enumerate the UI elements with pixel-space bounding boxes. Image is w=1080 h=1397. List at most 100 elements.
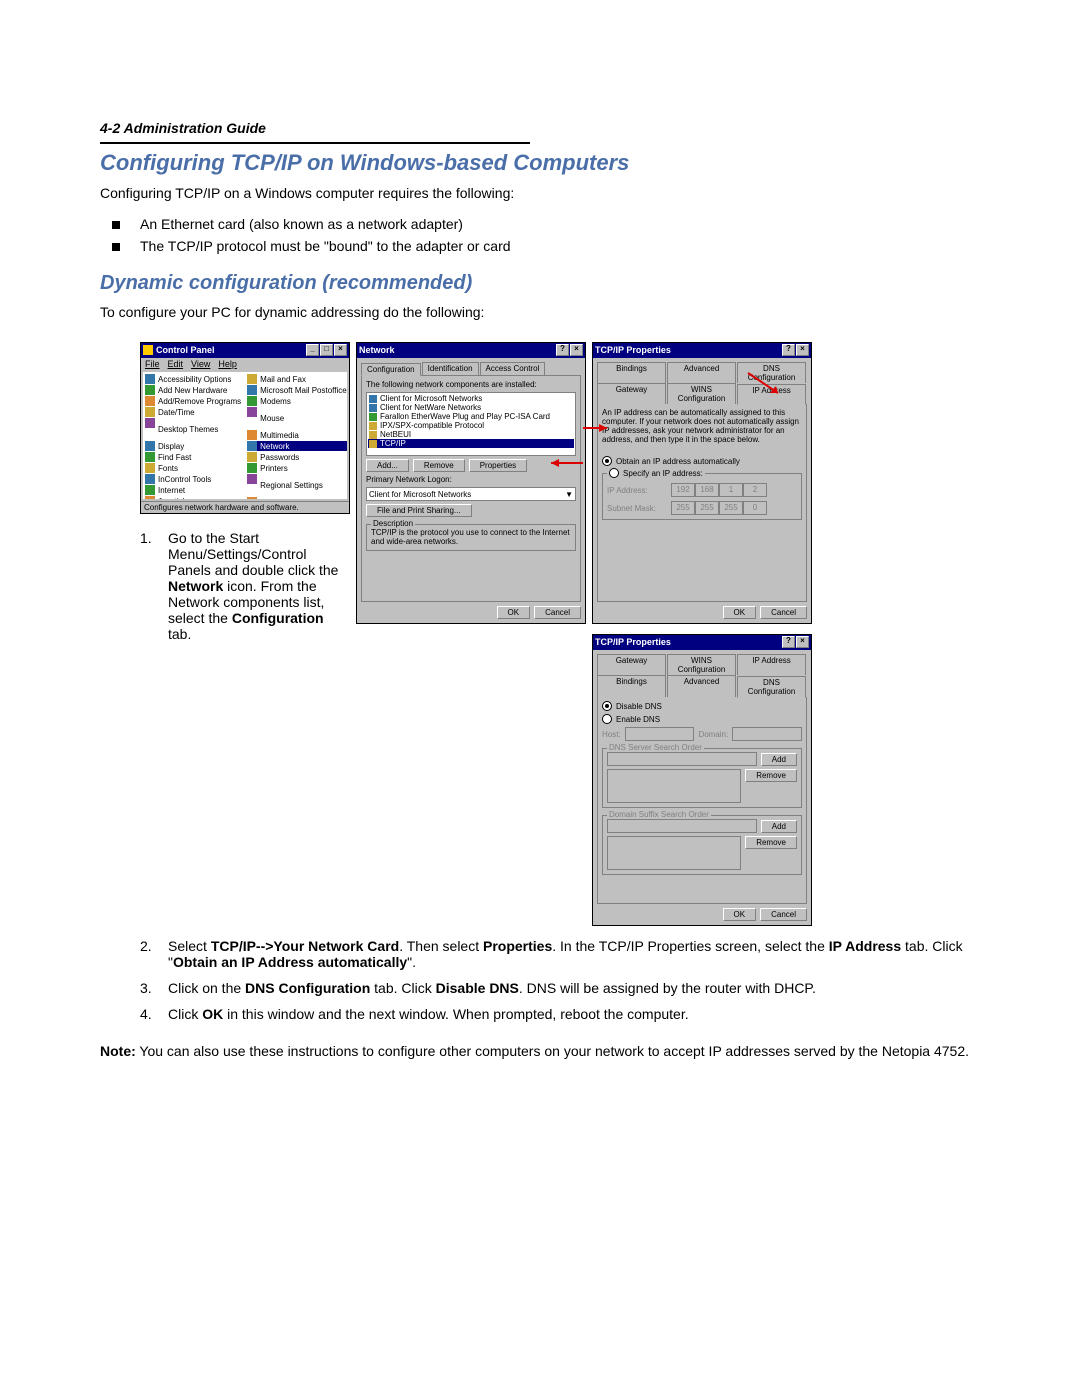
host-label: Host:: [602, 730, 621, 739]
control-panel-item[interactable]: Date/Time: [145, 407, 241, 417]
close-button[interactable]: ×: [334, 344, 347, 356]
ok-button[interactable]: OK: [497, 606, 531, 619]
tab-ip-address[interactable]: IP Address: [737, 384, 806, 405]
control-panel-item[interactable]: Desktop Themes: [145, 418, 241, 440]
add-button[interactable]: Add...: [366, 459, 409, 472]
tab-ip-address[interactable]: IP Address: [737, 654, 806, 675]
dns-server-input[interactable]: [607, 752, 757, 766]
control-panel-item[interactable]: Microsoft Mail Postoffice: [247, 385, 347, 395]
add-button[interactable]: Add: [761, 753, 797, 766]
suffix-search-label: Domain Suffix Search Order: [607, 810, 711, 819]
ip-intro-text: An IP address can be automatically assig…: [602, 408, 802, 444]
applet-icon: [247, 385, 257, 395]
subnet-mask-input[interactable]: 255 255 255 0: [671, 501, 767, 515]
bullet-square-icon: [112, 221, 120, 229]
help-button[interactable]: ?: [556, 344, 569, 356]
menu-view[interactable]: View: [191, 359, 210, 369]
properties-button[interactable]: Properties: [469, 459, 527, 472]
remove-button[interactable]: Remove: [413, 459, 465, 472]
control-panel-item[interactable]: Display: [145, 441, 241, 451]
cancel-button[interactable]: Cancel: [760, 606, 807, 619]
domain-input[interactable]: [732, 727, 802, 741]
menu-help[interactable]: Help: [218, 359, 237, 369]
tab-gateway[interactable]: Gateway: [597, 383, 666, 404]
cancel-button[interactable]: Cancel: [760, 908, 807, 921]
control-panel-item[interactable]: Add New Hardware: [145, 385, 241, 395]
suffix-list[interactable]: [607, 836, 741, 870]
control-panel-item[interactable]: Mail and Fax: [247, 374, 347, 384]
control-panel-item[interactable]: Passwords: [247, 452, 347, 462]
control-panel-item[interactable]: InControl Tools: [145, 474, 241, 484]
component-item[interactable]: Farallon EtherWave Plug and Play PC-ISA …: [368, 412, 574, 421]
suffix-input[interactable]: [607, 819, 757, 833]
step-1-text: Go to the Start Menu/Settings/Control Pa…: [168, 530, 350, 642]
radio-obtain-auto[interactable]: Obtain an IP address automatically: [602, 456, 802, 466]
tab-bindings[interactable]: Bindings: [597, 675, 666, 697]
radio-enable-dns[interactable]: Enable DNS: [602, 714, 802, 724]
control-panel-item[interactable]: Printers: [247, 463, 347, 473]
tab-gateway[interactable]: Gateway: [597, 654, 666, 675]
component-item[interactable]: NetBEUI: [368, 430, 574, 439]
file-print-sharing-button[interactable]: File and Print Sharing...: [366, 504, 472, 517]
component-item[interactable]: TCP/IP: [368, 439, 574, 448]
tab-access-control[interactable]: Access Control: [480, 362, 546, 375]
note-paragraph: Note: You can also use these instruction…: [100, 1042, 980, 1062]
ip-address-input[interactable]: 192 168 1 2: [671, 483, 767, 497]
radio-disable-dns[interactable]: Disable DNS: [602, 701, 802, 711]
applet-icon: [145, 441, 155, 451]
control-panel-item[interactable]: Regional Settings: [247, 474, 347, 496]
control-panel-item[interactable]: Add/Remove Programs: [145, 396, 241, 406]
control-panel-item[interactable]: Joystick: [145, 496, 241, 499]
control-panel-item[interactable]: Mouse: [247, 407, 347, 429]
tab-wins-configuration[interactable]: WINS Configuration: [667, 383, 736, 404]
tab-bindings[interactable]: Bindings: [597, 362, 666, 383]
tab-advanced[interactable]: Advanced: [667, 362, 736, 383]
components-listbox[interactable]: Client for Microsoft NetworksClient for …: [366, 392, 576, 456]
applet-label: Sounds: [260, 498, 287, 500]
control-panel-item[interactable]: Internet: [145, 485, 241, 495]
tab-wins-configuration[interactable]: WINS Configuration: [667, 654, 736, 675]
tab-dns-configuration[interactable]: DNS Configuration: [737, 362, 806, 383]
maximize-button[interactable]: □: [320, 344, 333, 356]
menu-edit[interactable]: Edit: [168, 359, 184, 369]
control-panel-item[interactable]: Find Fast: [145, 452, 241, 462]
control-panel-item[interactable]: Fonts: [145, 463, 241, 473]
control-panel-item[interactable]: Modems: [247, 396, 347, 406]
component-item[interactable]: IPX/SPX-compatible Protocol: [368, 421, 574, 430]
window-title: TCP/IP Properties: [595, 637, 781, 647]
step-number: 3.: [140, 980, 168, 996]
applet-icon: [247, 474, 257, 484]
close-button[interactable]: ×: [796, 636, 809, 648]
remove-button[interactable]: Remove: [745, 769, 797, 782]
radio-specify[interactable]: Specify an IP address:: [607, 468, 705, 478]
tab-configuration[interactable]: Configuration: [361, 363, 421, 376]
tab-advanced[interactable]: Advanced: [667, 675, 736, 697]
remove-button[interactable]: Remove: [745, 836, 797, 849]
minimize-button[interactable]: _: [306, 344, 319, 356]
control-panel-item[interactable]: Network: [247, 441, 347, 451]
cancel-button[interactable]: Cancel: [534, 606, 581, 619]
tab-identification[interactable]: Identification: [422, 362, 479, 375]
applet-label: Display: [158, 442, 184, 451]
applet-icon: [247, 430, 257, 440]
ok-button[interactable]: OK: [723, 606, 757, 619]
ip-address-label: IP Address:: [607, 486, 667, 495]
control-panel-item[interactable]: Accessibility Options: [145, 374, 241, 384]
control-panel-item[interactable]: Sounds: [247, 497, 347, 499]
help-button[interactable]: ?: [782, 636, 795, 648]
component-item[interactable]: Client for NetWare Networks: [368, 403, 574, 412]
applet-icon: [247, 452, 257, 462]
menu-file[interactable]: File: [145, 359, 160, 369]
component-item[interactable]: Client for Microsoft Networks: [368, 394, 574, 403]
dns-server-list[interactable]: [607, 769, 741, 803]
ok-button[interactable]: OK: [723, 908, 757, 921]
close-button[interactable]: ×: [796, 344, 809, 356]
close-button[interactable]: ×: [570, 344, 583, 356]
control-panel-item[interactable]: Multimedia: [247, 430, 347, 440]
host-input[interactable]: [625, 727, 695, 741]
applet-icon: [247, 463, 257, 473]
logon-select[interactable]: Client for Microsoft Networks ▼: [366, 487, 576, 501]
tab-dns-configuration[interactable]: DNS Configuration: [737, 676, 806, 698]
help-button[interactable]: ?: [782, 344, 795, 356]
add-button[interactable]: Add: [761, 820, 797, 833]
